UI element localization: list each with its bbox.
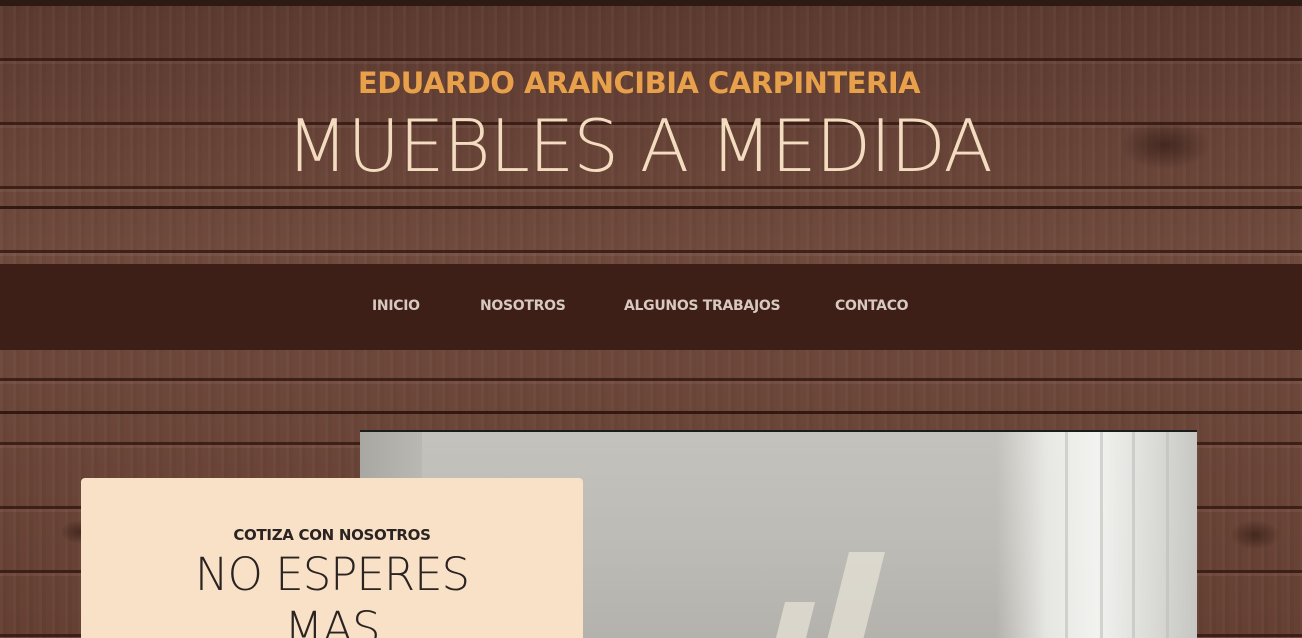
site-tagline: MUEBLES A MEDIDA xyxy=(286,104,993,188)
photo-curtain-fold xyxy=(1065,432,1068,638)
site-header: EDUARDO ARANCIBIA CARPINTERIA MUEBLES A … xyxy=(0,0,1302,264)
photo-sunlight xyxy=(775,602,815,638)
main-nav: INICIO NOSOTROS ALGUNOS TRABAJOS CONTACO xyxy=(0,264,1302,350)
quote-card-title: NO ESPERES MAS xyxy=(194,548,470,638)
quote-card-kicker: COTIZA CON NOSOTROS xyxy=(233,526,431,544)
nav-item-algunos-trabajos[interactable]: ALGUNOS TRABAJOS xyxy=(624,298,781,314)
nav-item-inicio[interactable]: INICIO xyxy=(372,298,420,314)
photo-curtain-fold xyxy=(1166,432,1169,638)
site-brand[interactable]: EDUARDO ARANCIBIA CARPINTERIA xyxy=(0,66,1278,100)
wood-plank-seam xyxy=(0,411,1302,414)
quote-card: COTIZA CON NOSOTROS NO ESPERES MAS xyxy=(81,478,583,638)
photo-curtain-fold xyxy=(1100,432,1103,638)
nav-item-contacto[interactable]: CONTACO xyxy=(835,298,909,314)
nav-item-nosotros[interactable]: NOSOTROS xyxy=(480,298,566,314)
wood-knot xyxy=(1230,520,1280,550)
photo-curtain-fold xyxy=(1132,432,1135,638)
photo-sunlight xyxy=(827,552,885,638)
